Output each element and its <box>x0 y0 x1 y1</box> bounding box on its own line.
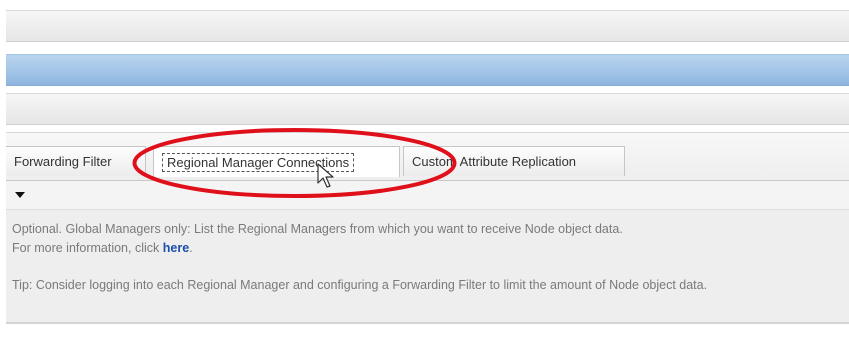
tab-forwarding-filter[interactable]: Forwarding Filter <box>6 146 146 176</box>
selected-header-band[interactable] <box>6 54 849 86</box>
toolbar-band-top <box>6 10 849 42</box>
toolbar-band-bottom <box>6 93 849 125</box>
description-line-1: Optional. Global Managers only: List the… <box>12 222 623 236</box>
mouse-cursor-icon <box>317 163 334 188</box>
description-panel: Optional. Global Managers only: List the… <box>6 210 849 324</box>
description-line-2-suffix: . <box>189 241 193 255</box>
description-line-2-prefix: For more information, click <box>12 241 160 255</box>
caret-down-icon[interactable] <box>15 192 25 198</box>
description-text: Optional. Global Managers only: List the… <box>12 220 829 258</box>
tab-label: Forwarding Filter <box>14 154 112 169</box>
help-link[interactable]: here <box>163 241 189 255</box>
highlight-oval-annotation <box>132 128 457 198</box>
tip-text: Tip: Consider logging into each Regional… <box>12 278 708 292</box>
